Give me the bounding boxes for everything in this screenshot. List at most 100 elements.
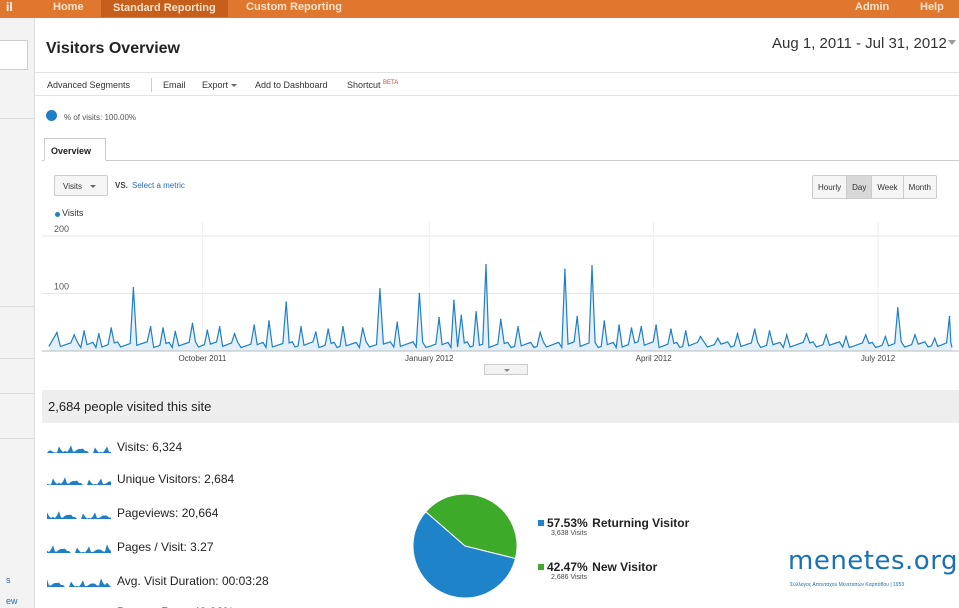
sparkline-area	[47, 544, 111, 553]
visits-area	[48, 264, 952, 351]
visits-data-point	[396, 321, 399, 324]
page-title: Visitors Overview	[46, 40, 180, 57]
visits-data-point	[618, 324, 620, 326]
people-visited-text: 2,684 people visited this site	[48, 399, 212, 414]
metric-label: Unique Visitors: 2,684	[117, 472, 234, 486]
new-visits: 2,686 Visits	[551, 574, 588, 581]
granularity-hourly[interactable]: Hourly	[813, 176, 846, 198]
metric-selector[interactable]: Visits	[54, 175, 108, 196]
tab-overview[interactable]: Overview	[44, 138, 106, 161]
visits-data-point	[361, 327, 364, 329]
email-button[interactable]: Email	[163, 80, 186, 90]
visits-data-point	[825, 334, 828, 336]
chevron-down-icon	[89, 185, 96, 189]
visits-data-point	[98, 332, 100, 335]
metric-value: 6,324	[152, 440, 183, 454]
visits-data-point	[896, 307, 899, 309]
visitor-type-pie-chart[interactable]	[412, 493, 518, 599]
visits-data-point	[670, 328, 672, 330]
visits-data-point	[845, 335, 847, 338]
sparkline-area	[47, 578, 111, 587]
sparkline-area	[47, 445, 111, 453]
sidebar-link-fragment[interactable]: s	[6, 575, 11, 585]
x-tick-label: January 2012	[405, 354, 454, 363]
visits-data-point	[56, 331, 58, 334]
date-range-picker[interactable]: Aug 1, 2011 - Jul 31, 2012	[772, 35, 947, 52]
app-logo[interactable]: il	[6, 0, 16, 14]
sparkline-area	[47, 477, 111, 485]
visits-data-point	[268, 320, 270, 322]
granularity-week[interactable]: Week	[871, 176, 902, 198]
sidebar-divider	[0, 358, 35, 359]
granularity-selector: Hourly Day Week Month	[812, 175, 937, 199]
advanced-segments-button[interactable]: Advanced Segments	[47, 80, 130, 90]
visits-data-point	[539, 331, 542, 334]
segment-pie-icon[interactable]	[46, 110, 57, 121]
metric-value: 3.27	[190, 540, 214, 554]
new-pct: 42.47%	[547, 560, 588, 574]
visits-data-point	[285, 301, 288, 303]
add-to-dashboard-button[interactable]: Add to Dashboard	[255, 80, 328, 90]
metric-label: Visits	[63, 182, 82, 191]
left-sidebar: s ew	[0, 18, 35, 608]
visits-data-point	[805, 332, 808, 335]
visits-data-point	[218, 326, 221, 328]
visits-data-point	[475, 311, 477, 313]
granularity-day[interactable]: Day	[846, 176, 872, 198]
visits-data-point	[948, 315, 951, 318]
segment-percentage: % of visits: 100.00%	[64, 113, 137, 122]
metric-name: Visits:	[117, 440, 153, 454]
chart-legend-visits: Visits	[62, 208, 84, 218]
beta-badge: BETA	[383, 80, 399, 86]
y-tick-label: 100	[54, 282, 69, 292]
visits-data-point	[864, 334, 867, 336]
nav-admin[interactable]: Admin	[855, 1, 889, 13]
visits-data-point	[591, 265, 593, 267]
chevron-down-icon[interactable]	[948, 40, 956, 45]
returning-visits: 3,638 Visits	[551, 530, 588, 537]
export-button[interactable]: Export	[202, 80, 238, 90]
nav-home[interactable]: Home	[53, 1, 84, 13]
x-tick-label: October 2011	[178, 354, 226, 363]
sidebar-divider	[0, 438, 35, 439]
visits-data-point	[132, 286, 135, 289]
x-tick-label: April 2012	[636, 354, 673, 363]
visits-data-point	[933, 337, 936, 340]
nav-standard-reporting[interactable]: Standard Reporting	[101, 0, 228, 17]
visits-line-chart[interactable]: 200 100 October 2011 January 2012 April 2012…	[42, 222, 959, 370]
visits-data-point	[564, 268, 566, 271]
legend-marker	[55, 212, 60, 217]
visits-data-point	[640, 326, 643, 328]
sidebar-link-fragment[interactable]: ew	[6, 596, 18, 606]
select-metric-link[interactable]: Select a metric	[132, 181, 185, 190]
granularity-month[interactable]: Month	[902, 176, 936, 198]
visits-data-point	[736, 332, 739, 335]
visits-data-point	[342, 326, 344, 328]
metric-value: 2,684	[204, 472, 235, 486]
visits-data-point	[914, 334, 916, 336]
metric-label: Avg. Visit Duration: 00:03:28	[117, 574, 269, 588]
visits-data-point	[603, 320, 606, 322]
nav-help[interactable]: Help	[920, 1, 944, 13]
shortcut-button[interactable]: Shortcut BETA	[347, 80, 398, 90]
metric-name: Pageviews:	[117, 506, 182, 520]
sidebar-search-box[interactable]	[0, 40, 28, 70]
visits-data-point	[460, 314, 463, 317]
metric-name: Avg. Visit Duration:	[117, 574, 222, 588]
nav-custom-reporting[interactable]: Custom Reporting	[246, 1, 342, 13]
metric-label: Pages / Visit: 3.27	[117, 540, 214, 554]
visits-data-point	[174, 330, 177, 333]
visits-data-point	[206, 329, 209, 332]
sparkline-icon	[47, 477, 111, 485]
visits-data-point	[253, 324, 255, 326]
report-toolbar: Advanced Segments Email Export Add to Da…	[35, 72, 959, 96]
visits-data-point	[753, 328, 756, 330]
sidebar-divider	[0, 118, 35, 119]
visits-data-point	[684, 330, 687, 332]
shortcut-label: Shortcut	[347, 80, 381, 90]
returning-swatch	[538, 519, 544, 526]
visits-data-point	[327, 328, 329, 330]
visits-data-point	[785, 334, 788, 336]
metric-value: 20,664	[181, 506, 219, 520]
chart-range-handle[interactable]	[484, 364, 528, 375]
